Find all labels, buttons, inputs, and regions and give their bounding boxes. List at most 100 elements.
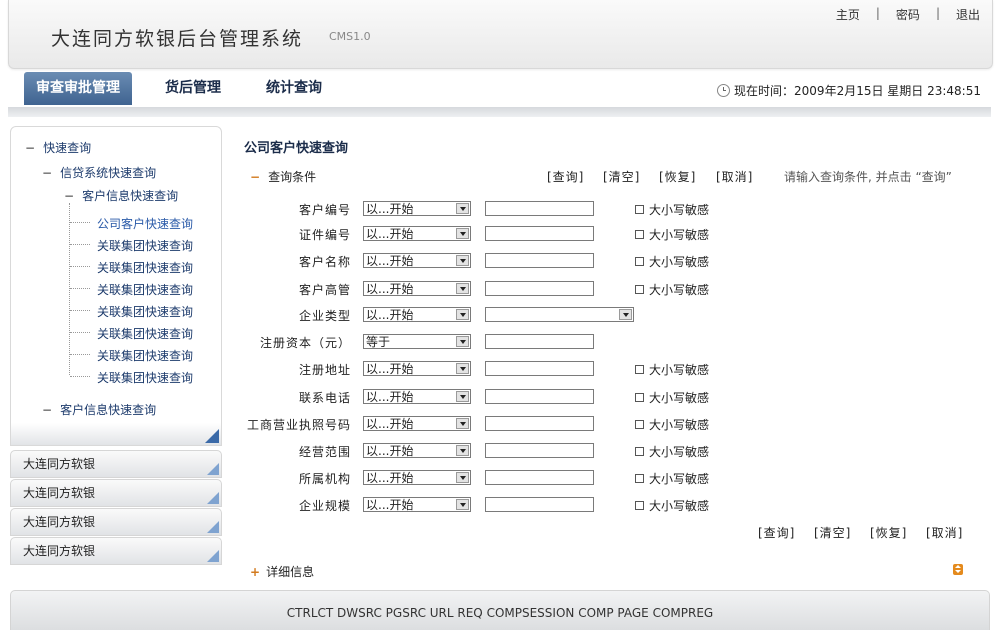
- scroll-toggle-icon[interactable]: [953, 564, 963, 575]
- sidebar-group[interactable]: 大连同方软银: [10, 537, 222, 565]
- cancel-button[interactable]: [取消]: [926, 524, 963, 541]
- checkbox-box[interactable]: [635, 365, 644, 374]
- operator-select[interactable]: 以...开始: [363, 201, 471, 216]
- case-sensitive-checkbox[interactable]: 大小写敏感: [635, 416, 709, 433]
- case-sensitive-checkbox[interactable]: 大小写敏感: [635, 470, 709, 487]
- tree-leaf-group-query[interactable]: 关联集团快速查询: [97, 237, 193, 254]
- collapse-icon[interactable]: −: [250, 170, 260, 184]
- tab-post-loan[interactable]: 货后管理: [165, 72, 221, 105]
- home-link[interactable]: 主页: [836, 6, 860, 23]
- operator-select[interactable]: 以...开始: [363, 470, 471, 485]
- dropdown-arrow-icon[interactable]: [456, 203, 469, 214]
- dropdown-arrow-icon[interactable]: [456, 499, 469, 510]
- tree-leaf-group-query[interactable]: 关联集团快速查询: [97, 281, 193, 298]
- tree-leaf-company-customer[interactable]: 公司客户快速查询: [97, 215, 193, 232]
- operator-select[interactable]: 以...开始: [363, 281, 471, 296]
- tree-leaf-group-query[interactable]: 关联集团快速查询: [97, 347, 193, 364]
- clear-button[interactable]: [清空]: [814, 524, 851, 541]
- sidebar-group[interactable]: 大连同方软银: [10, 508, 222, 536]
- sidebar-group[interactable]: 大连同方软银: [10, 450, 222, 478]
- checkbox-box[interactable]: [635, 285, 644, 294]
- operator-select[interactable]: 以...开始: [363, 416, 471, 431]
- sidebar-group[interactable]: 大连同方软银: [10, 479, 222, 507]
- dropdown-arrow-icon[interactable]: [456, 309, 469, 320]
- value-input[interactable]: [485, 334, 594, 349]
- dropdown-arrow-icon[interactable]: [456, 391, 469, 402]
- query-button[interactable]: [查询]: [758, 524, 795, 541]
- tree-leaf-group-query[interactable]: 关联集团快速查询: [97, 259, 193, 276]
- value-input[interactable]: [485, 416, 594, 431]
- dropdown-arrow-icon[interactable]: [456, 336, 469, 347]
- cancel-button[interactable]: [取消]: [716, 168, 753, 185]
- value-input[interactable]: [485, 443, 594, 458]
- checkbox-box[interactable]: [635, 474, 644, 483]
- case-sensitive-checkbox[interactable]: 大小写敏感: [635, 281, 709, 298]
- query-button[interactable]: [查询]: [547, 168, 584, 185]
- operator-select[interactable]: 等于: [363, 334, 471, 349]
- dropdown-arrow-icon[interactable]: [619, 309, 632, 320]
- operator-select[interactable]: 以...开始: [363, 443, 471, 458]
- detail-info-toggle[interactable]: + 详细信息: [250, 563, 314, 580]
- operator-select[interactable]: 以...开始: [363, 226, 471, 241]
- dropdown-arrow-icon[interactable]: [456, 228, 469, 239]
- tree-node-customer-quick-query[interactable]: − 客户信息快速查询: [64, 187, 178, 204]
- case-sensitive-checkbox[interactable]: 大小写敏感: [635, 253, 709, 270]
- operator-select[interactable]: 以...开始: [363, 497, 471, 512]
- tree-node-quick-query[interactable]: − 快速查询: [25, 139, 91, 156]
- operator-select[interactable]: 以...开始: [363, 389, 471, 404]
- operator-select[interactable]: 以...开始: [363, 361, 471, 376]
- panel-toggle-icon[interactable]: [205, 429, 219, 443]
- checkbox-box[interactable]: [635, 501, 644, 510]
- clear-button[interactable]: [清空]: [603, 168, 640, 185]
- dropdown-arrow-icon[interactable]: [456, 283, 469, 294]
- dropdown-arrow-icon[interactable]: [456, 255, 469, 266]
- value-input[interactable]: [485, 361, 594, 376]
- collapse-icon[interactable]: −: [42, 166, 52, 180]
- operator-select[interactable]: 以...开始: [363, 253, 471, 268]
- operator-value: 以...开始: [366, 227, 414, 241]
- nav-underline: [8, 107, 991, 117]
- checkbox-box[interactable]: [635, 420, 644, 429]
- checkbox-box[interactable]: [635, 205, 644, 214]
- collapse-icon[interactable]: −: [25, 141, 35, 155]
- password-link[interactable]: 密码: [896, 6, 920, 23]
- value-select[interactable]: [485, 307, 634, 322]
- operator-value: 以...开始: [366, 498, 414, 512]
- checkbox-box[interactable]: [635, 447, 644, 456]
- tree-leaf-group-query[interactable]: 关联集团快速查询: [97, 369, 193, 386]
- value-input[interactable]: [485, 226, 594, 241]
- dropdown-arrow-icon[interactable]: [456, 472, 469, 483]
- value-input[interactable]: [485, 389, 594, 404]
- operator-select[interactable]: 以...开始: [363, 307, 471, 322]
- value-input[interactable]: [485, 497, 594, 512]
- case-sensitive-checkbox[interactable]: 大小写敏感: [635, 443, 709, 460]
- value-input[interactable]: [485, 281, 594, 296]
- tree-node-credit-quick-query[interactable]: − 信贷系统快速查询: [42, 164, 156, 181]
- case-sensitive-checkbox[interactable]: 大小写敏感: [635, 226, 709, 243]
- case-sensitive-checkbox[interactable]: 大小写敏感: [635, 201, 709, 218]
- value-input[interactable]: [485, 253, 594, 268]
- value-input[interactable]: [485, 201, 594, 216]
- logout-link[interactable]: 退出: [956, 6, 980, 23]
- checkbox-box[interactable]: [635, 230, 644, 239]
- restore-button[interactable]: [恢复]: [870, 524, 907, 541]
- tree-leaf-group-query[interactable]: 关联集团快速查询: [97, 325, 193, 342]
- tree-node-customer-info-query[interactable]: − 客户信息快速查询: [42, 401, 156, 418]
- operator-value: 以...开始: [366, 308, 414, 322]
- value-input[interactable]: [485, 470, 594, 485]
- case-sensitive-checkbox[interactable]: 大小写敏感: [635, 361, 709, 378]
- clock-icon: [717, 84, 731, 97]
- checkbox-box[interactable]: [635, 257, 644, 266]
- dropdown-arrow-icon[interactable]: [456, 445, 469, 456]
- tab-statistics[interactable]: 统计查询: [266, 72, 322, 105]
- dropdown-arrow-icon[interactable]: [456, 418, 469, 429]
- checkbox-box[interactable]: [635, 393, 644, 402]
- dropdown-arrow-icon[interactable]: [456, 363, 469, 374]
- tab-approval[interactable]: 审查审批管理: [24, 72, 132, 105]
- restore-button[interactable]: [恢复]: [659, 168, 696, 185]
- collapse-icon[interactable]: −: [42, 403, 52, 417]
- case-sensitive-checkbox[interactable]: 大小写敏感: [635, 497, 709, 514]
- collapse-icon[interactable]: −: [64, 189, 74, 203]
- case-sensitive-checkbox[interactable]: 大小写敏感: [635, 389, 709, 406]
- tree-leaf-group-query[interactable]: 关联集团快速查询: [97, 303, 193, 320]
